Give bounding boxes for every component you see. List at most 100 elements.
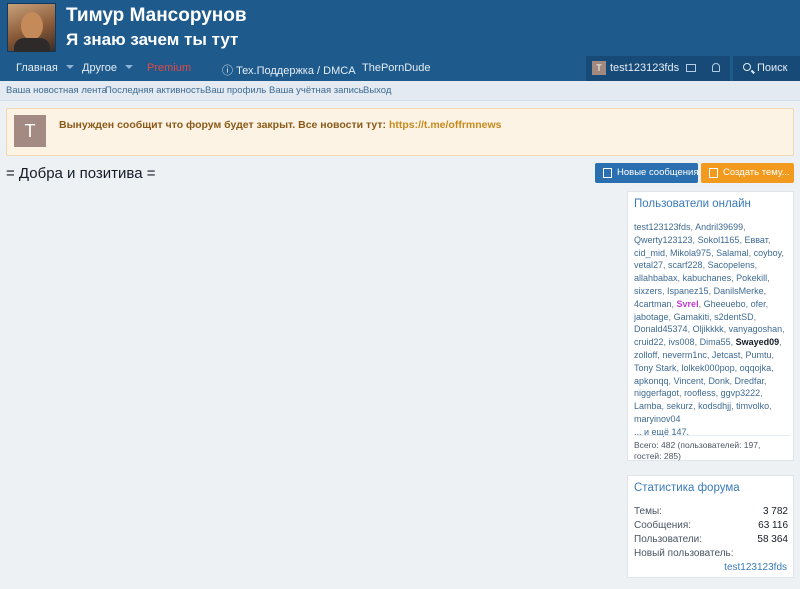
online-user-link[interactable]: cid_mid (634, 248, 665, 258)
online-user-link[interactable]: Dima55 (700, 337, 731, 347)
site-subtitle: Я знаю зачем ты тут (66, 30, 239, 49)
online-user-link[interactable]: niggerfagot (634, 388, 679, 398)
nav-item-label: Другое (82, 62, 117, 74)
nav-item-home[interactable]: Главная (16, 62, 74, 74)
online-users-block: Пользователи онлайн test123123fds, Andri… (627, 191, 794, 461)
online-user-link[interactable]: Tony Stark (634, 363, 677, 373)
online-user-link[interactable]: coyboy (754, 248, 782, 258)
online-user-link[interactable]: test123123fds (634, 222, 691, 232)
create-thread-button[interactable]: Создать тему... (701, 163, 794, 183)
online-user-link[interactable]: ivs008 (669, 337, 695, 347)
online-user-link[interactable]: sixzers (634, 286, 662, 296)
list-separator: , (760, 388, 763, 399)
online-user-link[interactable]: scarf228 (668, 260, 703, 270)
online-user-link[interactable]: vetal27 (634, 260, 663, 270)
online-user-link[interactable]: ofer (751, 299, 766, 309)
subnav-account[interactable]: Ваша учётная запись (269, 85, 364, 96)
online-user-link[interactable]: DanilsMerke (714, 286, 764, 296)
online-user-link[interactable]: Gamakiti (674, 312, 710, 322)
online-user-link[interactable]: jabotage (634, 312, 669, 322)
online-user-link[interactable]: allahbabax (634, 273, 678, 283)
online-user-link[interactable]: Lamba (634, 401, 662, 411)
list-separator: , (767, 234, 771, 245)
user-avatar[interactable]: T (592, 61, 606, 75)
list-separator: , (763, 375, 767, 386)
online-user-link[interactable]: timvolko (736, 401, 769, 411)
stat-label: Сообщения: (634, 520, 692, 531)
online-user-link[interactable]: zolloff (634, 350, 657, 360)
user-menu[interactable]: T test123123fds (586, 56, 730, 81)
online-user-link[interactable]: s2dentSD (714, 312, 754, 322)
stat-row-posts: Сообщения: 63 116 (634, 520, 788, 531)
online-user-link[interactable]: Qwerty123123 (634, 235, 693, 245)
online-user-link[interactable]: Sacopelens (708, 260, 755, 270)
nav-item-other[interactable]: Другое (82, 62, 133, 74)
subnav-profile[interactable]: Ваш профиль (205, 85, 266, 96)
bell-icon[interactable] (712, 63, 720, 72)
notice-avatar[interactable]: T (14, 115, 46, 147)
online-user-link[interactable]: kodsdhjj (698, 401, 731, 411)
online-user-link[interactable]: Salamal (716, 248, 749, 258)
newest-user-link[interactable]: test123123fds (724, 562, 787, 573)
online-user-link[interactable]: Sokol1165 (698, 235, 740, 245)
site-logo-avatar[interactable] (7, 3, 56, 52)
online-user-link[interactable]: Mikola975 (670, 248, 711, 258)
stat-value: 3 782 (762, 506, 788, 517)
online-user-link[interactable]: Swayed09 (736, 337, 780, 347)
online-user-link[interactable]: Eвват (744, 235, 767, 245)
online-user-link[interactable]: Pokekill (736, 273, 767, 283)
list-separator: , (771, 362, 774, 373)
stat-row-users: Пользователи: 58 364 (634, 534, 788, 545)
nav-item-label: Тех.Поддержка / DMCA (236, 65, 356, 77)
nav-item-theporndude[interactable]: ThePornDude (362, 62, 431, 74)
stat-label: Темы: (634, 506, 662, 517)
chevron-down-icon[interactable] (65, 65, 74, 69)
online-user-link[interactable]: oqqojka (740, 363, 772, 373)
online-user-link[interactable]: vanyagoshan (729, 324, 783, 334)
search-label: Поиск (757, 62, 788, 74)
online-user-link[interactable]: Donald45374 (634, 324, 688, 334)
online-user-link[interactable]: cruid22 (634, 337, 664, 347)
online-user-link[interactable]: Pumtu (745, 350, 771, 360)
online-user-link[interactable]: Jetcast (712, 350, 741, 360)
chevron-down-icon[interactable] (124, 65, 133, 69)
online-user-link[interactable]: roofless (684, 388, 716, 398)
stat-row-newest: Новый пользователь: (634, 548, 788, 559)
subnav-news-feed[interactable]: Ваша новостная лента (6, 85, 107, 96)
forum-stats-title[interactable]: Статистика форума (634, 482, 740, 494)
help-icon: ⓘ (222, 65, 233, 77)
nav-item-support[interactable]: ⓘ Тех.Поддержка / DMCA (222, 62, 356, 78)
nav-item-label: Premium (147, 62, 192, 74)
stat-value: 63 116 (758, 520, 788, 531)
online-user-link[interactable]: apkonqq (634, 376, 669, 386)
list-separator: , (754, 260, 758, 271)
online-users-list: test123123fds, Andril39699, Qwerty123123… (634, 221, 790, 439)
nav-item-premium[interactable]: Premium (147, 62, 191, 74)
list-separator: , (763, 285, 767, 296)
search-button[interactable]: Поиск (733, 56, 800, 81)
new-posts-button[interactable]: Новые сообщения (595, 163, 699, 183)
online-user-link[interactable]: Oljikkkk (693, 324, 724, 334)
online-user-link[interactable]: Svrel (677, 299, 699, 309)
online-user-link[interactable]: Donk (708, 376, 729, 386)
online-users-title[interactable]: Пользователи онлайн (634, 198, 751, 210)
button-label: Новые сообщения (617, 167, 699, 178)
online-user-link[interactable]: maryinov04 (634, 414, 681, 424)
site-title[interactable]: Тимур Мансорунов (66, 5, 247, 27)
online-user-link[interactable]: sekurz (667, 401, 694, 411)
user-name[interactable]: test123123fds (610, 62, 679, 74)
online-user-link[interactable]: ggvp3222 (721, 388, 761, 398)
online-user-link[interactable]: 4cartman (634, 299, 672, 309)
online-user-link[interactable]: lolkek000pop (682, 363, 735, 373)
envelope-icon[interactable] (686, 64, 696, 72)
online-user-link[interactable]: Andril39699 (695, 222, 743, 232)
online-user-link[interactable]: Ispanez15 (667, 286, 709, 296)
online-user-link[interactable]: Vincent (674, 376, 704, 386)
online-user-link[interactable]: Gheeuebo (704, 299, 746, 309)
subnav-latest-activity[interactable]: Последняя активность (105, 85, 205, 96)
online-user-link[interactable]: kabuchanes (683, 273, 732, 283)
subnav-logout[interactable]: Выход (363, 85, 391, 96)
online-user-link[interactable]: Dredfar (734, 376, 764, 386)
online-user-link[interactable]: neverm1nc (662, 350, 707, 360)
notice-link[interactable]: https://t.me/offrmnews (389, 119, 502, 131)
